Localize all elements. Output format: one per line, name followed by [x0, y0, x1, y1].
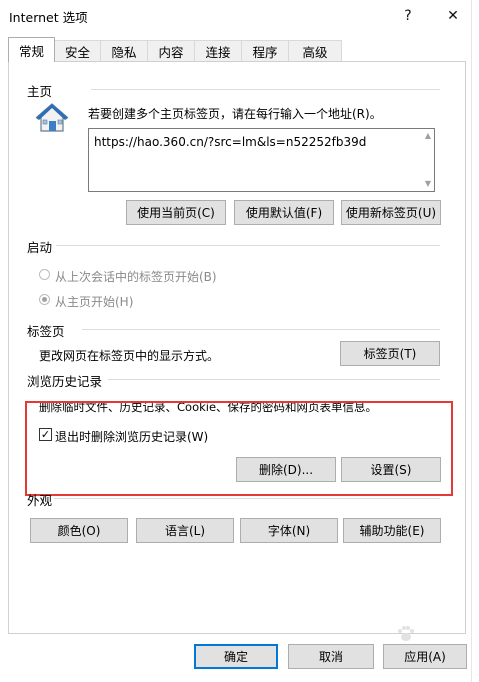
appearance-divider — [54, 498, 440, 499]
history-divider — [108, 379, 440, 380]
tabs-description: 更改网页在标签页中的显示方式。 — [39, 349, 220, 363]
startup-option-home[interactable]: 从主页开始(H) — [39, 293, 239, 309]
tab-content[interactable]: 内容 — [147, 40, 195, 61]
radio-last-session[interactable] — [39, 269, 50, 280]
startup-option-label: 从上次会话中的标签页开始(B) — [55, 270, 217, 284]
help-button[interactable]: ? — [391, 4, 425, 28]
scroll-up-icon[interactable]: ▲ — [425, 131, 431, 140]
tab-programs[interactable]: 程序 — [241, 40, 289, 61]
title-bar: Internet 选项 ? ✕ — [0, 0, 479, 32]
use-new-tab-button[interactable]: 使用新标签页(U) — [341, 200, 441, 225]
accessibility-button[interactable]: 辅助功能(E) — [343, 518, 441, 543]
window-title: Internet 选项 — [9, 10, 88, 25]
tab-connections[interactable]: 连接 — [194, 40, 242, 61]
fonts-button[interactable]: 字体(N) — [240, 518, 338, 543]
tab-general[interactable]: 常规 — [8, 37, 55, 62]
home-instruction: 若要创建多个主页标签页，请在每行输入一个地址(R)。 — [88, 107, 382, 121]
tabs-button[interactable]: 标签页(T) — [340, 341, 440, 366]
tab-privacy[interactable]: 隐私 — [100, 40, 148, 61]
radio-home[interactable] — [39, 294, 50, 305]
home-divider — [91, 89, 440, 90]
appearance-section-title: 外观 — [27, 493, 53, 508]
cancel-button[interactable]: 取消 — [288, 644, 374, 669]
use-default-button[interactable]: 使用默认值(F) — [234, 200, 334, 225]
home-section-title: 主页 — [27, 84, 53, 99]
colors-button[interactable]: 颜色(O) — [30, 518, 128, 543]
home-url-value: https://hao.360.cn/?src=lm&ls=n52252fb39… — [94, 135, 367, 149]
paw-watermark-icon — [396, 624, 416, 644]
tab-security[interactable]: 安全 — [54, 40, 101, 61]
scroll-down-icon[interactable]: ▼ — [425, 179, 431, 188]
home-url-textarea[interactable]: https://hao.360.cn/?src=lm&ls=n52252fb39… — [88, 128, 435, 192]
history-section-title: 浏览历史记录 — [27, 374, 103, 389]
languages-button[interactable]: 语言(L) — [136, 518, 234, 543]
background-window-edge — [471, 0, 479, 682]
close-button[interactable]: ✕ — [436, 4, 470, 28]
house-icon — [35, 102, 69, 134]
highlight-box — [25, 401, 453, 496]
tab-advanced[interactable]: 高级 — [288, 40, 342, 61]
startup-section-title: 启动 — [27, 240, 53, 255]
apply-button[interactable]: 应用(A) — [383, 644, 467, 669]
startup-option-last-session[interactable]: 从上次会话中的标签页开始(B) — [39, 268, 239, 284]
startup-option-label: 从主页开始(H) — [55, 295, 134, 309]
startup-divider — [56, 245, 440, 246]
ok-button[interactable]: 确定 — [194, 644, 278, 669]
radio-selected-dot — [42, 297, 47, 302]
use-current-button[interactable]: 使用当前页(C) — [126, 200, 226, 225]
tabs-divider — [82, 329, 440, 330]
tabs-section-title: 标签页 — [27, 324, 65, 339]
